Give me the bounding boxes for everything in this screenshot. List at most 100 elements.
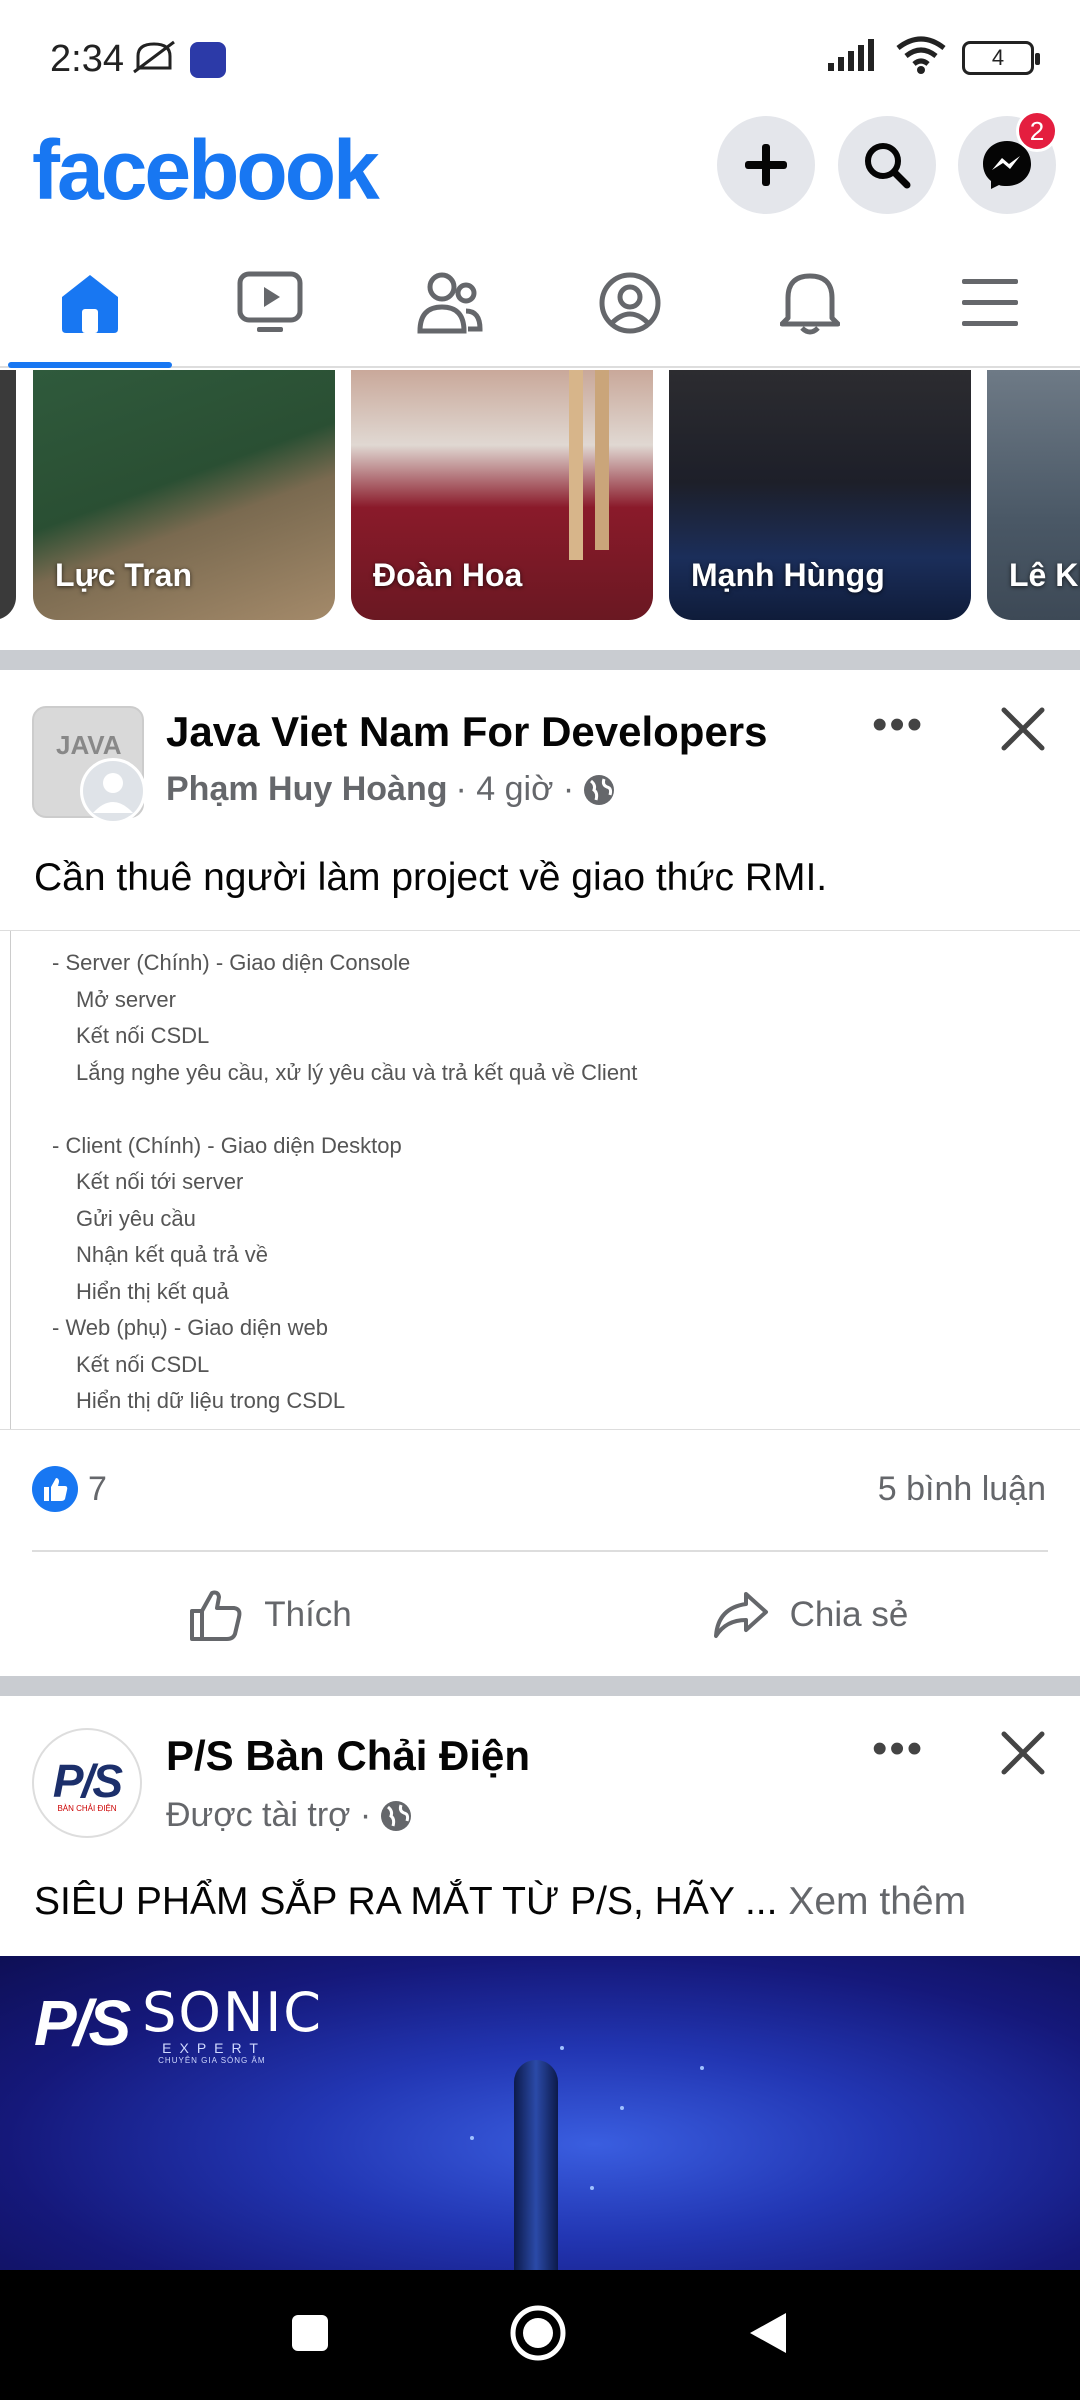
- back-triangle-icon: [750, 2312, 787, 2353]
- doc-line: Nhận kết quả trả về: [76, 1242, 269, 1267]
- story-card[interactable]: [0, 370, 16, 620]
- tab-profile[interactable]: [540, 240, 720, 366]
- tab-notifications[interactable]: [720, 240, 900, 366]
- doc-border: [10, 931, 11, 1429]
- ad-brand: P/S: [34, 1987, 131, 2059]
- group-logo-text: JAVA: [56, 730, 122, 760]
- post-image-document[interactable]: - Server (Chính) - Giao diện Console Mở …: [0, 930, 1080, 1430]
- story-card[interactable]: Đoàn Hoa: [351, 370, 653, 620]
- video-icon: [237, 271, 303, 332]
- circle-icon: [510, 2305, 566, 2360]
- see-more-link[interactable]: Xem thêm: [788, 1880, 966, 1923]
- signal-icon: [828, 39, 880, 76]
- story-image-detail: [569, 370, 609, 560]
- tab-menu[interactable]: [900, 240, 1080, 366]
- author-avatar[interactable]: [80, 758, 146, 824]
- thumbs-up-icon: [190, 1590, 242, 1641]
- doc-line: Gửi yêu cầu: [76, 1205, 196, 1231]
- tab-watch[interactable]: [180, 240, 360, 366]
- post-text: Cần thuê người làm project về giao thức …: [34, 856, 828, 899]
- post-actions: Thích Chia sẻ: [0, 1560, 1080, 1670]
- story-card[interactable]: Lê Kh: [987, 370, 1080, 620]
- doc-line: - Client (Chính) - Giao diện Desktop: [52, 1132, 402, 1158]
- hide-post-button[interactable]: [1000, 1730, 1046, 1781]
- doc-line: Mở server: [76, 986, 176, 1012]
- plus-icon: [745, 144, 787, 186]
- doc-line: Lắng nghe yêu cầu, xử lý yêu cầu và trả …: [76, 1059, 638, 1085]
- story-name: Lực Tran: [55, 557, 192, 593]
- group-name[interactable]: Java Viet Nam For Developers: [166, 708, 768, 756]
- close-icon: [1001, 1731, 1045, 1775]
- group-avatar[interactable]: JAVA: [32, 706, 146, 824]
- ad-text: SIÊU PHẨM SẮP RA MẮT TỪ P/S, HÃY ... Xem…: [34, 1880, 966, 1924]
- ad-text-content: SIÊU PHẨM SẮP RA MẮT TỪ P/S, HÃY ...: [34, 1880, 778, 1923]
- globe-icon: [381, 1800, 412, 1831]
- hide-post-button[interactable]: [1000, 706, 1046, 757]
- share-icon: [713, 1592, 768, 1638]
- story-name: Đoàn Hoa: [373, 557, 523, 593]
- ps-logo-sub: BÀN CHẢI ĐIỆN: [57, 1803, 117, 1813]
- back-button[interactable]: [746, 2309, 790, 2362]
- default-avatar-icon: [93, 773, 133, 813]
- profile-icon: [599, 272, 661, 334]
- hamburger-icon: [962, 279, 1018, 326]
- mute-icon: [130, 38, 178, 83]
- post-meta: Phạm Huy Hoàng · 4 giờ ·: [166, 770, 616, 809]
- story-name: Mạnh Hùngg: [691, 557, 885, 593]
- like-reaction-icon[interactable]: [32, 1466, 78, 1512]
- globe-icon: [584, 774, 615, 805]
- doc-line: Kết nối CSDL: [76, 1023, 210, 1048]
- doc-line: - Server (Chính) - Giao diện Console: [52, 950, 411, 975]
- home-icon: [62, 275, 118, 333]
- page-name[interactable]: P/S Bàn Chải Điện: [166, 1732, 530, 1780]
- ad-product: SONIC: [142, 1981, 323, 2044]
- share-button[interactable]: Chia sẻ: [540, 1560, 1080, 1670]
- search-button[interactable]: [838, 116, 936, 214]
- tab-friends[interactable]: [360, 240, 540, 366]
- more-options-button[interactable]: •••: [872, 700, 924, 750]
- home-system-button[interactable]: [509, 2304, 567, 2367]
- system-nav-bar: [0, 2270, 1080, 2400]
- post-time: · 4 giờ ·: [455, 770, 575, 808]
- share-label: Chia sẻ: [789, 1595, 909, 1634]
- like-button[interactable]: Thích: [0, 1560, 540, 1670]
- doc-line: - Web (phụ) - Giao diện web: [52, 1315, 328, 1340]
- author-name[interactable]: Phạm Huy Hoàng: [166, 770, 447, 809]
- main-tabs: [0, 240, 1080, 368]
- story-name: Lê Kh: [1009, 557, 1080, 593]
- facebook-logo[interactable]: facebook: [32, 122, 380, 219]
- like-label: Thích: [264, 1595, 352, 1634]
- reactions-bar: 7 5 bình luận: [0, 1458, 1080, 1528]
- more-options-button[interactable]: •••: [872, 1724, 924, 1774]
- ad-brand-logo: P/S SONIC EXPERT CHUYÊN GIA SÓNG ÂM: [34, 1981, 323, 2066]
- ad-tagline: CHUYÊN GIA SÓNG ÂM: [158, 2056, 266, 2065]
- status-bar: 2:34 4: [0, 0, 1080, 116]
- toothbrush-image: [514, 2060, 558, 2270]
- messenger-button[interactable]: 2: [958, 110, 1058, 214]
- doc-line: Kết nối CSDL: [76, 1351, 210, 1377]
- comment-count[interactable]: 5 bình luận: [878, 1470, 1046, 1509]
- sponsored-label: Được tài trợ ·: [166, 1796, 372, 1834]
- stories-carousel[interactable]: Lực Tran Đoàn Hoa Mạnh Hùngg Lê Kh: [0, 370, 1080, 620]
- divider: [32, 1550, 1048, 1552]
- feed-separator: [0, 1676, 1080, 1696]
- tab-home[interactable]: [0, 240, 180, 368]
- post-meta: Được tài trợ ·: [166, 1796, 413, 1835]
- messenger-badge: 2: [1016, 110, 1058, 152]
- doc-line: Hiển thị dữ liệu trong CSDL: [76, 1388, 346, 1413]
- story-card[interactable]: Mạnh Hùngg: [669, 370, 971, 620]
- story-card[interactable]: Lực Tran: [33, 370, 335, 620]
- recents-button[interactable]: [290, 2313, 330, 2358]
- status-time: 2:34: [50, 38, 124, 80]
- battery-icon: 4: [962, 40, 1040, 75]
- doc-line: Kết nối tới server: [76, 1169, 244, 1194]
- ps-logo: P/S: [52, 1754, 123, 1807]
- doc-line: Hiển thị kết quả: [76, 1278, 229, 1304]
- feed-separator: [0, 650, 1080, 670]
- app-header: facebook 2: [0, 110, 1080, 256]
- like-count[interactable]: 7: [88, 1470, 107, 1509]
- create-button[interactable]: [717, 116, 815, 214]
- search-icon: [865, 143, 911, 189]
- page-avatar[interactable]: P/S BÀN CHẢI ĐIỆN: [32, 1728, 142, 1838]
- ad-image[interactable]: P/S SONIC EXPERT CHUYÊN GIA SÓNG ÂM: [0, 1956, 1080, 2270]
